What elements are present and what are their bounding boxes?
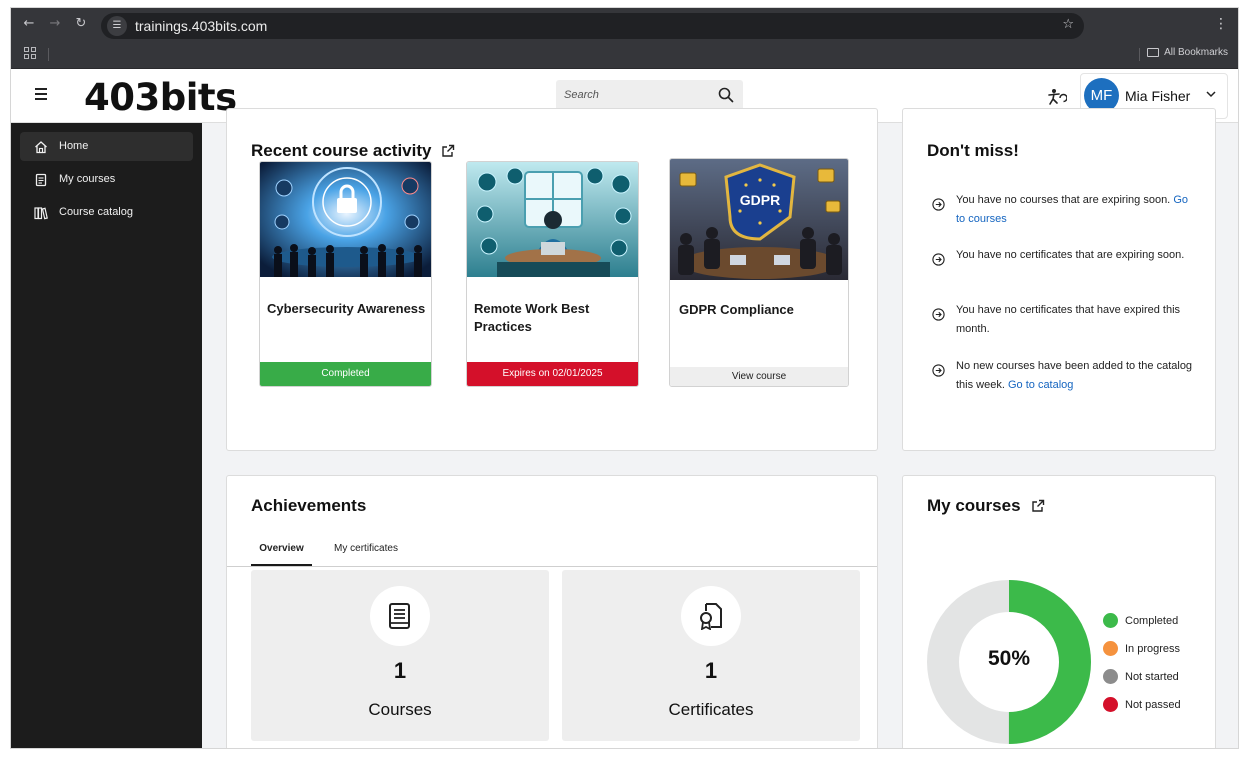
stat-card-certificates: 1 Certificates	[562, 570, 860, 741]
home-icon	[35, 141, 47, 154]
url-text[interactable]: trainings.403bits.com	[135, 18, 267, 34]
bookmarks-divider	[48, 48, 49, 61]
course-card-remote-work[interactable]: Remote Work Best Practices Expires on 02…	[466, 161, 639, 387]
tab-overview[interactable]: Overview	[251, 536, 312, 567]
achievements-title: Achievements	[251, 496, 367, 515]
dont-miss-text: You have no certificates that are expiri…	[956, 249, 1185, 261]
dont-miss-card: Don't miss! You have no courses that are…	[902, 108, 1216, 451]
legend-dot	[1103, 669, 1118, 684]
stat-value: 1	[704, 658, 718, 683]
hamburger-menu-icon[interactable]	[35, 88, 47, 100]
chevron-down-icon[interactable]	[1205, 88, 1217, 100]
search-box	[556, 80, 743, 111]
dont-miss-title: Don't miss!	[927, 141, 1019, 160]
course-progress-donut: 50%	[927, 580, 1091, 744]
arrow-circle-icon	[932, 253, 945, 266]
folder-icon	[1147, 48, 1160, 57]
all-bookmarks-button[interactable]: All Bookmarks	[1147, 47, 1228, 58]
status-badge: Completed	[260, 362, 431, 386]
arrow-circle-icon	[932, 364, 945, 377]
recent-activity-heading[interactable]: Recent course activity	[251, 141, 455, 161]
course-card-cybersecurity[interactable]: Cybersecurity Awareness Completed	[259, 161, 432, 387]
apps-grid-icon[interactable]	[24, 47, 36, 59]
bookmark-star-icon[interactable]: ☆	[1062, 17, 1074, 32]
dont-miss-text: You have no certificates that have expir…	[956, 304, 1181, 335]
site-logo[interactable]: 403bits	[84, 76, 237, 119]
achievements-card: Achievements Overview My certificates 1 …	[226, 475, 878, 748]
recent-activity-card: Recent course activity Cybersecurity Awa…	[226, 108, 878, 451]
bookmarks-bar: All Bookmarks	[11, 40, 1238, 69]
browser-window: ← → ↻ ☰ trainings.403bits.com ☆ ⋮ All Bo…	[11, 8, 1238, 748]
remote-work-illustration	[467, 162, 638, 277]
course-card-gdpr[interactable]: GDPR GDPR Compliance View course	[669, 158, 849, 387]
external-link-icon[interactable]	[1031, 499, 1045, 513]
notice-text: No new courses have been added to the ca…	[956, 360, 1193, 391]
my-courses-card: My courses 50% Completed In progress Not…	[902, 475, 1216, 748]
bookmarks-divider	[1139, 48, 1140, 61]
legend-dot	[1103, 641, 1118, 656]
browser-menu-icon[interactable]: ⋮	[1214, 16, 1228, 32]
browser-toolbar: ← → ↻ ☰ trainings.403bits.com ☆ ⋮	[11, 8, 1238, 40]
tabs-divider	[227, 566, 877, 567]
expiry-badge: Expires on 02/01/2025	[467, 362, 638, 386]
course-title[interactable]: Cybersecurity Awareness	[267, 300, 427, 318]
site-settings-icon[interactable]: ☰	[107, 16, 127, 36]
my-courses-heading[interactable]: My courses	[927, 496, 1045, 516]
arrow-circle-icon	[932, 308, 945, 321]
cybersecurity-illustration	[260, 162, 431, 277]
stat-label: Courses	[368, 700, 432, 719]
external-link-icon[interactable]	[441, 144, 455, 158]
reload-icon[interactable]: ↻	[73, 16, 89, 32]
sidebar-item-course-catalog[interactable]: Course catalog	[20, 198, 193, 227]
view-course-button[interactable]: View course	[670, 367, 848, 386]
legend-dot	[1103, 697, 1118, 712]
legend-label: In progress	[1125, 643, 1181, 655]
go-to-catalog-link[interactable]: Go to catalog	[1008, 379, 1073, 391]
sidebar-item-label: Course catalog	[59, 206, 133, 218]
course-title[interactable]: GDPR Compliance	[679, 301, 839, 319]
all-bookmarks-label: All Bookmarks	[1164, 47, 1228, 58]
back-icon[interactable]: ←	[21, 16, 37, 32]
legend-label: Not passed	[1125, 699, 1181, 711]
sidebar-item-label: Home	[59, 140, 89, 152]
accessibility-icon[interactable]	[1047, 88, 1067, 106]
stat-card-courses: 1 Courses	[251, 570, 549, 741]
legend-label: Completed	[1125, 615, 1179, 627]
books-icon	[34, 207, 48, 220]
gdpr-shield-label: GDPR	[740, 192, 780, 208]
forward-icon[interactable]: →	[47, 16, 63, 32]
user-name: Mia Fisher	[1125, 88, 1191, 104]
clipboard-icon	[35, 173, 47, 187]
course-title[interactable]: Remote Work Best Practices	[474, 300, 634, 336]
stat-label: Certificates	[668, 700, 754, 719]
stat-value: 1	[393, 658, 407, 683]
stat-icon-circle	[681, 586, 741, 646]
search-icon[interactable]	[718, 87, 734, 103]
address-bar[interactable]: ☰ trainings.403bits.com ☆	[101, 13, 1084, 39]
legend-dot	[1103, 613, 1118, 628]
dont-miss-text: You have no courses that are expiring so…	[956, 191, 1196, 229]
donut-center-label: 50%	[987, 647, 1031, 670]
sidebar: Home My courses Course catalog	[11, 123, 202, 748]
sidebar-item-label: My courses	[59, 173, 116, 185]
sidebar-item-my-courses[interactable]: My courses	[20, 165, 193, 194]
my-courses-title: My courses	[927, 496, 1021, 515]
gdpr-illustration: GDPR	[670, 159, 848, 280]
legend-label: Not started	[1125, 671, 1179, 683]
sidebar-item-home[interactable]: Home	[20, 132, 193, 161]
notice-text: You have no courses that are expiring so…	[956, 194, 1171, 206]
tab-my-certificates[interactable]: My certificates	[323, 536, 409, 567]
certificate-icon	[700, 603, 722, 630]
arrow-circle-icon	[932, 198, 945, 211]
recent-activity-title: Recent course activity	[251, 141, 432, 160]
stat-icon-circle	[370, 586, 430, 646]
book-icon	[389, 603, 410, 629]
dont-miss-text: No new courses have been added to the ca…	[956, 357, 1196, 395]
search-input[interactable]	[564, 86, 714, 104]
